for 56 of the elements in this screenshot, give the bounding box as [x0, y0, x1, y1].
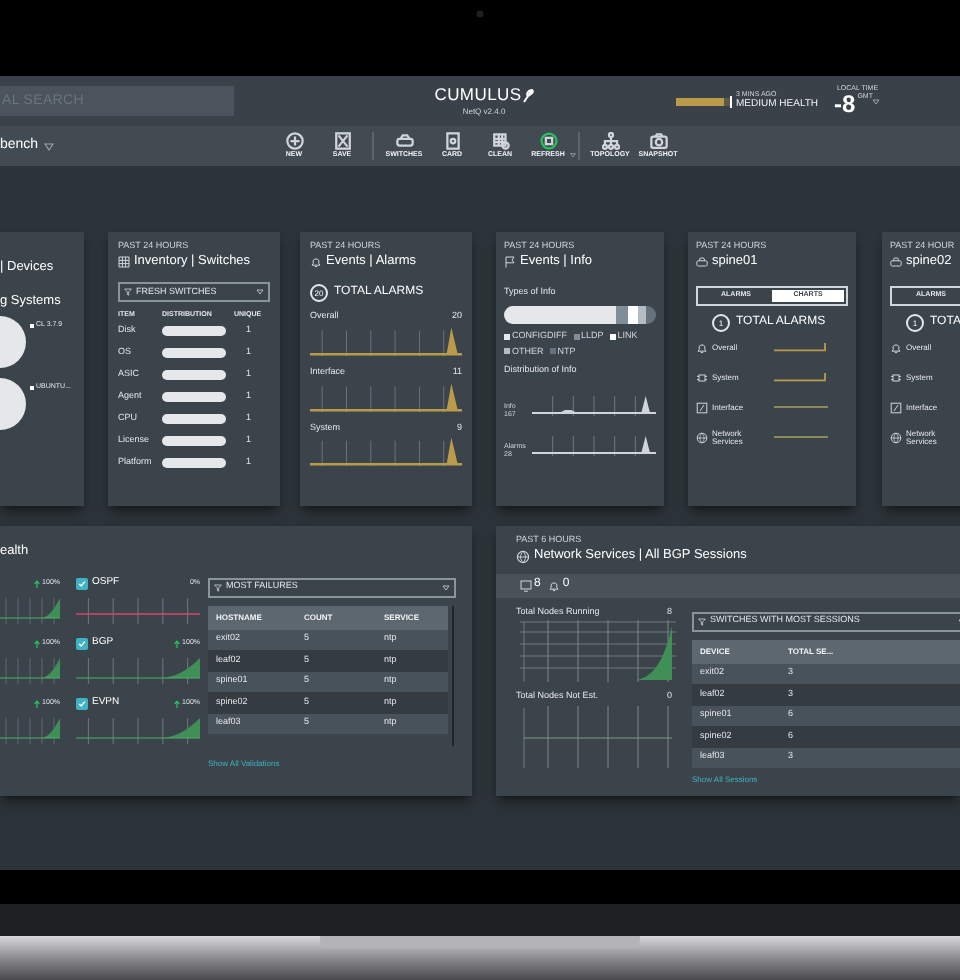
- bell-icon: [890, 341, 902, 353]
- switch-device-icon: [696, 255, 708, 268]
- card-icon: [443, 132, 461, 151]
- camera-icon: [649, 132, 667, 151]
- up-arrow-icon: [34, 700, 41, 708]
- distribution-bar: [162, 348, 226, 359]
- switch-device-icon: [395, 132, 413, 151]
- flag-icon: [504, 255, 516, 268]
- pie-charts-drawing: [0, 316, 26, 436]
- distribution-bar: [162, 392, 226, 403]
- network-tree-icon: [601, 132, 619, 151]
- monitor-icon: [520, 579, 532, 591]
- up-arrow-icon: [174, 640, 181, 648]
- check-icon: [78, 580, 86, 588]
- refresh-ring-icon: [539, 132, 557, 151]
- chip-icon: [890, 371, 902, 383]
- filter-icon: [124, 288, 132, 296]
- up-arrow-icon: [34, 580, 41, 588]
- bell-icon: [696, 341, 708, 353]
- switch-device-icon: [890, 255, 902, 268]
- checkbox[interactable]: [76, 638, 88, 650]
- bell-icon: [310, 255, 322, 268]
- up-arrow-icon: [34, 640, 41, 648]
- distribution-trend-chart: [532, 432, 656, 458]
- caret-icon: [442, 583, 450, 591]
- caret-icon: [44, 141, 55, 151]
- distribution-trend-chart: [532, 392, 656, 418]
- globe-icon: [696, 431, 708, 443]
- caret-icon: [872, 98, 881, 107]
- hourglass-icon: [333, 132, 351, 151]
- distribution-bar: [162, 436, 226, 447]
- caret-icon: [256, 288, 264, 296]
- chip-icon: [696, 371, 708, 383]
- port-icon: [890, 401, 902, 413]
- logo-text: CUMULUS: [434, 86, 522, 104]
- check-icon: [78, 640, 86, 648]
- port-icon: [696, 401, 708, 413]
- distribution-bar: [162, 370, 226, 381]
- distribution-bar: [162, 326, 226, 337]
- distribution-bar: [162, 414, 226, 425]
- globe-icon: [516, 549, 530, 563]
- grid-icon: [118, 255, 130, 268]
- scroll-bar: [452, 605, 454, 745]
- up-arrow-icon: [174, 700, 181, 708]
- plus-circle-icon: [285, 132, 303, 151]
- checkbox[interactable]: [76, 698, 88, 710]
- distribution-bar: [162, 458, 226, 469]
- grid-gear-icon: [491, 132, 509, 151]
- time-offset: -8: [834, 92, 856, 117]
- filter-icon: [214, 583, 222, 591]
- checkbox[interactable]: [76, 578, 88, 590]
- check-icon: [78, 700, 86, 708]
- filter-icon: [698, 617, 706, 625]
- globe-icon: [890, 431, 902, 443]
- bell-icon: [548, 579, 561, 591]
- camera-lens-icon: [476, 10, 484, 18]
